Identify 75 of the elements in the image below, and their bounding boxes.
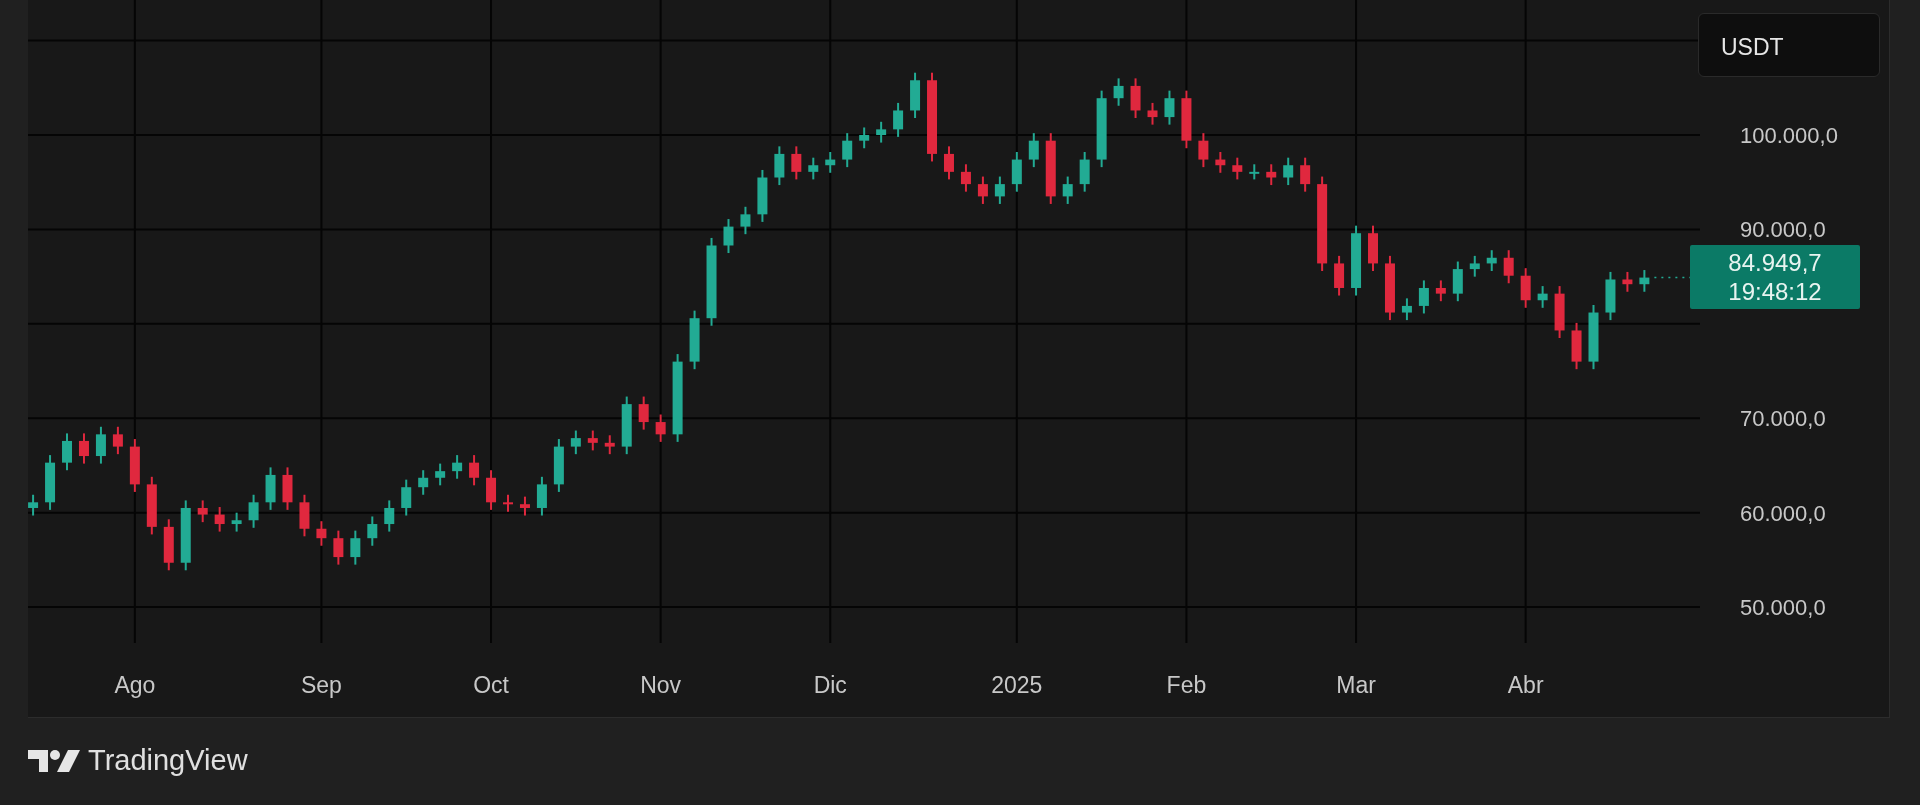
candlestick [384,499,395,533]
x-axis-label: Feb [1166,672,1207,698]
candlestick [1503,249,1514,285]
candlestick [1232,156,1243,181]
candlestick [1028,132,1039,169]
x-axis-label: Oct [473,672,509,698]
candlestick [638,395,649,431]
x-axis-label: Nov [640,672,682,698]
candlestick [723,218,734,255]
price-axis-label: 90.000,0 [1740,217,1826,243]
candlestick [791,145,802,181]
candlestick [740,205,751,236]
candlestick [333,529,344,566]
x-axis-label: Dic [813,672,847,698]
candlestick [1147,101,1158,126]
candlestick [1418,279,1429,315]
candlestick [655,413,666,443]
candlestick [1622,270,1633,293]
currency-selector[interactable]: USDT [1698,13,1880,77]
x-axis-label: Abr [1507,672,1544,698]
candlestick [536,475,547,517]
candlestick [1164,89,1175,126]
price-axis-label: 50.000,0 [1740,595,1826,621]
candlestick [452,454,463,480]
price-axis-label: 100.000,0 [1740,123,1838,148]
x-axis-label: Mar [1336,672,1376,698]
candlestick [1113,77,1124,107]
candlestick [842,132,853,169]
candlestick [62,432,73,472]
last-price-line [1653,276,1691,279]
candlestick [604,434,615,456]
price-axis-label: 60.000,0 [1740,500,1826,526]
candlestick [1435,279,1446,303]
x-axis-label: Ago [114,672,156,698]
candlestick [519,495,530,517]
candlestick [401,478,412,517]
candlestick [435,462,446,487]
candlestick [367,515,378,547]
candlestick [1537,285,1548,309]
x-axis-label: Sep [300,672,342,698]
candlestick [418,469,429,496]
candlestick [943,145,954,181]
candlestick [859,126,870,150]
candlestick [1639,269,1650,293]
candlestick [469,454,480,487]
candlestick [112,425,123,456]
candlestick [28,493,39,517]
candlestick [1401,297,1412,322]
candlestick [587,429,598,452]
candlestick [977,175,988,205]
candlestick [197,499,208,524]
last-price-label: 84.949,7 19:48:12 [1690,244,1860,309]
candlestick [893,101,904,138]
candlestick [95,425,106,465]
brand-name: TradingView [88,744,248,777]
candlestick [350,529,361,566]
candlestick [808,156,819,181]
candlestick [1266,163,1277,187]
candlestick [214,506,225,533]
candlestick [231,511,242,533]
candlestick [316,520,327,547]
candlestick [1283,156,1294,187]
price-axis-label: 70.000,0 [1740,406,1826,432]
candlestick [1469,254,1480,278]
candlestick [774,145,785,187]
candlestick [570,429,581,456]
candlestick [1300,156,1311,193]
candlestick [1198,132,1209,169]
candlestick [994,175,1005,205]
candlestick [960,163,971,193]
x-axis-label: 2025 [991,672,1043,698]
candlestick [1062,175,1073,205]
candlestick [876,120,887,144]
candlestick [78,432,89,465]
candlestick [248,493,259,529]
